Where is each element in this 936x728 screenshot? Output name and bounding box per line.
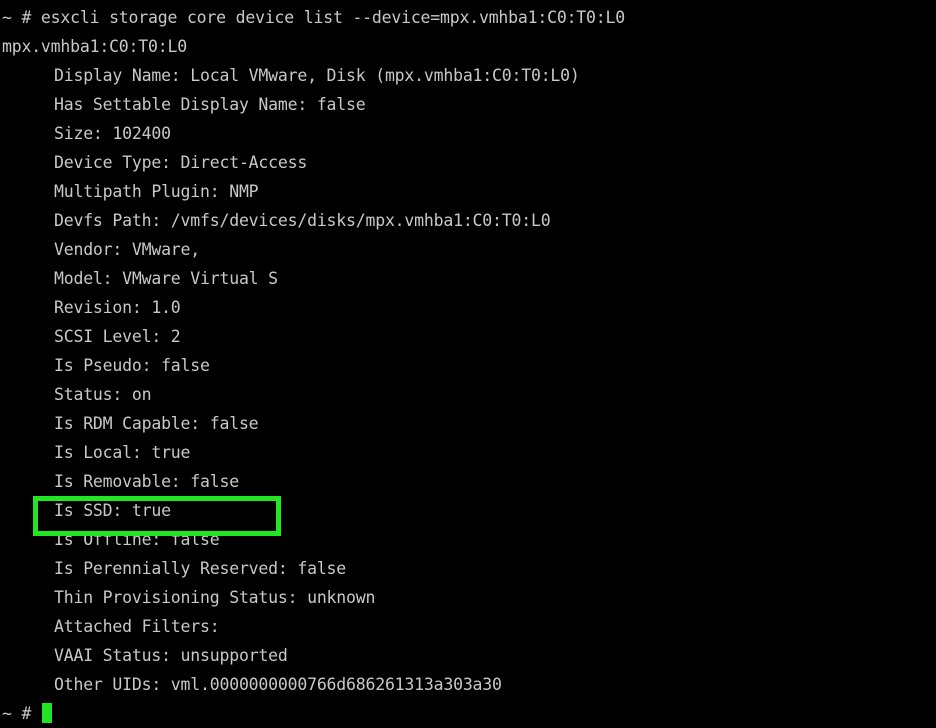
- prop-is-ssd: Is SSD: true: [54, 501, 171, 520]
- cursor: [41, 703, 52, 723]
- prop-is-offline: Is Offline: false: [54, 530, 220, 549]
- terminal-window[interactable]: ~ # esxcli storage core device list --de…: [0, 0, 936, 726]
- prop-attached-filters: Attached Filters:: [54, 617, 220, 636]
- prop-multipath-plugin: Multipath Plugin: NMP: [54, 182, 259, 201]
- prop-thin-provisioning-status: Thin Provisioning Status: unknown: [54, 588, 376, 607]
- prop-status: Status: on: [54, 385, 152, 404]
- prop-other-uids: Other UIDs: vml.0000000000766d686261313a…: [54, 675, 502, 694]
- prop-is-removable: Is Removable: false: [54, 472, 239, 491]
- prop-display-name: Display Name: Local VMware, Disk (mpx.vm…: [54, 66, 580, 85]
- prop-scsi-level: SCSI Level: 2: [54, 327, 181, 346]
- command-line: ~ # esxcli storage core device list --de…: [2, 8, 625, 27]
- prop-revision: Revision: 1.0: [54, 298, 181, 317]
- prop-devfs-path: Devfs Path: /vmfs/devices/disks/mpx.vmhb…: [54, 211, 551, 230]
- prop-device-type: Device Type: Direct-Access: [54, 153, 308, 172]
- prop-vendor: Vendor: VMware,: [54, 240, 201, 259]
- device-id: mpx.vmhba1:C0:T0:L0: [2, 37, 187, 56]
- prop-has-settable-display-name: Has Settable Display Name: false: [54, 95, 366, 114]
- prop-is-rdm-capable: Is RDM Capable: false: [54, 414, 259, 433]
- prop-size: Size: 102400: [54, 124, 171, 143]
- prop-is-pseudo: Is Pseudo: false: [54, 356, 210, 375]
- prop-is-perennially-reserved: Is Perennially Reserved: false: [54, 559, 347, 578]
- prompt: ~ #: [2, 704, 41, 723]
- prop-model: Model: VMware Virtual S: [54, 269, 278, 288]
- prompt-line[interactable]: ~ #: [2, 699, 936, 728]
- prop-is-local: Is Local: true: [54, 443, 191, 462]
- prop-vaai-status: VAAI Status: unsupported: [54, 646, 288, 665]
